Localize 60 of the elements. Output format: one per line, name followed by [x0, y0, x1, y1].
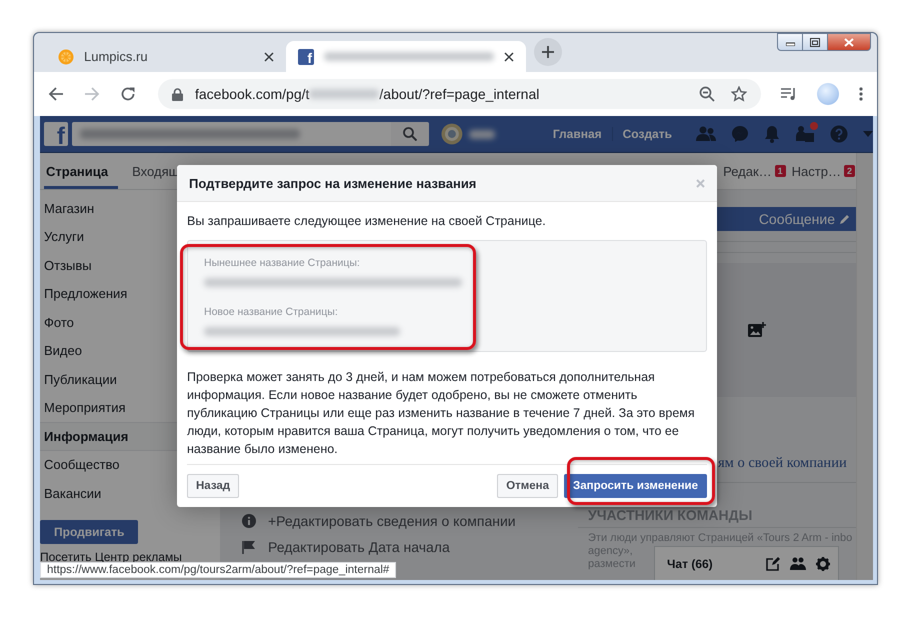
close-icon	[844, 38, 854, 46]
new-tab-button[interactable]	[534, 38, 562, 66]
nav-link[interactable]: Создать	[612, 127, 682, 141]
maximize-button[interactable]	[802, 33, 828, 51]
count-badge: 2	[844, 165, 855, 177]
facebook-favicon: f	[298, 48, 314, 64]
edit-link[interactable]: Редактировать Дата начала	[268, 539, 450, 555]
edit-link[interactable]: +Редактировать сведения о компании	[268, 513, 516, 529]
browser-tab[interactable]: f	[286, 41, 526, 72]
address-field[interactable]: facebook.com/pg/t /about/?ref=page_internal	[158, 79, 761, 109]
promote-button[interactable]: Продвигать	[40, 520, 138, 544]
add-photo-icon[interactable]	[748, 322, 766, 338]
close-icon[interactable]	[264, 52, 274, 62]
compose-icon[interactable]	[766, 556, 780, 570]
url-text: /about/?ref=page_internal	[379, 86, 540, 102]
lock-icon	[172, 88, 183, 100]
status-url: https://www.facebook.com/pg/tours2arm/about/?ref=page_internal#	[40, 562, 396, 578]
dialog-text: Вы запрашиваете следующее изменение на своей Странице.	[187, 214, 547, 228]
search-icon	[403, 127, 418, 141]
count-badge: 1	[774, 165, 786, 177]
menu-icon[interactable]	[859, 87, 863, 101]
avatar-icon[interactable]	[441, 123, 464, 145]
blurred-text	[309, 89, 380, 99]
browser-tab[interactable]: Lumpics.ru	[46, 41, 286, 72]
scrollbar[interactable]	[856, 153, 873, 580]
notification-dot	[810, 122, 818, 130]
chat-bar[interactable]: Чат (66)	[654, 546, 839, 580]
flag-icon	[242, 540, 256, 554]
close-button[interactable]	[827, 33, 871, 51]
search-field[interactable]	[72, 122, 392, 146]
back-button[interactable]: Назад	[187, 474, 240, 498]
request-button[interactable]: Запросить изменение	[564, 474, 707, 498]
field-label: Новое название Страницы:	[204, 306, 338, 318]
page-tab[interactable]: Настр…	[790, 153, 844, 189]
zoom-out-icon[interactable]	[699, 86, 715, 102]
chat-label: Чат (66)	[667, 556, 713, 570]
info-icon	[242, 514, 256, 528]
cancel-button[interactable]: Отмена	[497, 474, 558, 498]
field-label: Нынешнее название Страницы:	[204, 257, 360, 269]
tab-title: Lumpics.ru	[84, 49, 149, 64]
people-icon[interactable]	[790, 556, 806, 570]
plus-icon	[542, 46, 554, 58]
search-button[interactable]	[391, 122, 430, 146]
company-link[interactable]: ям о своей компании	[718, 455, 856, 472]
page-tab[interactable]: Редак…	[721, 153, 775, 189]
playlist-icon[interactable]	[781, 87, 797, 101]
star-icon[interactable]	[731, 86, 747, 102]
pencil-icon	[839, 214, 850, 224]
settings-icon[interactable]	[816, 556, 830, 570]
reload-icon[interactable]	[120, 86, 136, 102]
close-icon[interactable]	[504, 52, 514, 62]
nav-link[interactable]: Главная	[542, 127, 612, 141]
url-text: facebook.com/pg/t	[195, 86, 310, 102]
back-icon[interactable]	[48, 86, 64, 102]
maximize-icon	[810, 38, 820, 46]
dialog-title: Подтвердите запрос на изменение названия	[189, 176, 476, 190]
minimize-button[interactable]	[777, 33, 803, 51]
facebook-logo[interactable]: f	[44, 122, 68, 146]
blurred-text	[469, 130, 495, 138]
citrus-slice-icon	[58, 48, 74, 64]
